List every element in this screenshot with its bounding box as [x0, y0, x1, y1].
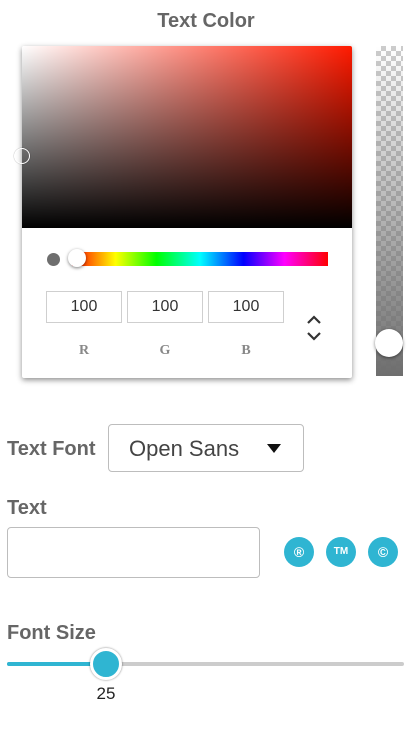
saturation-pointer[interactable] — [14, 148, 30, 164]
blue-input[interactable]: 100 — [208, 291, 284, 323]
chevron-up-down-icon[interactable] — [304, 312, 324, 344]
hue-slider[interactable] — [72, 252, 328, 266]
font-select[interactable]: Open Sans — [108, 424, 304, 472]
text-label: Text — [7, 497, 47, 519]
font-size-value: 25 — [96, 684, 116, 703]
trademark-symbol-button[interactable]: TM — [326, 537, 356, 567]
color-picker-panel: 100 100 100 R G B — [14, 46, 352, 378]
blue-label: B — [241, 343, 251, 358]
current-color-swatch — [47, 253, 60, 266]
green-input[interactable]: 100 — [127, 291, 203, 323]
section-title: Text Color — [157, 10, 255, 32]
alpha-slider-thumb[interactable] — [375, 329, 403, 357]
saturation-value-area[interactable] — [14, 46, 352, 228]
registered-symbol-button[interactable]: ® — [284, 537, 314, 567]
red-label: R — [78, 343, 90, 358]
font-size-slider-thumb[interactable] — [90, 648, 122, 680]
copyright-symbol-button[interactable]: © — [368, 537, 398, 567]
hue-slider-thumb[interactable] — [68, 249, 86, 267]
font-size-slider[interactable] — [7, 662, 404, 666]
text-input[interactable] — [7, 527, 260, 578]
caret-down-icon — [267, 444, 281, 453]
font-size-label: Font Size — [7, 622, 96, 644]
alpha-gradient — [376, 46, 403, 376]
green-label: G — [159, 343, 171, 358]
font-select-value: Open Sans — [129, 436, 240, 461]
red-input[interactable]: 100 — [46, 291, 122, 323]
alpha-slider[interactable] — [376, 46, 403, 376]
text-font-label: Text Font — [7, 438, 96, 460]
